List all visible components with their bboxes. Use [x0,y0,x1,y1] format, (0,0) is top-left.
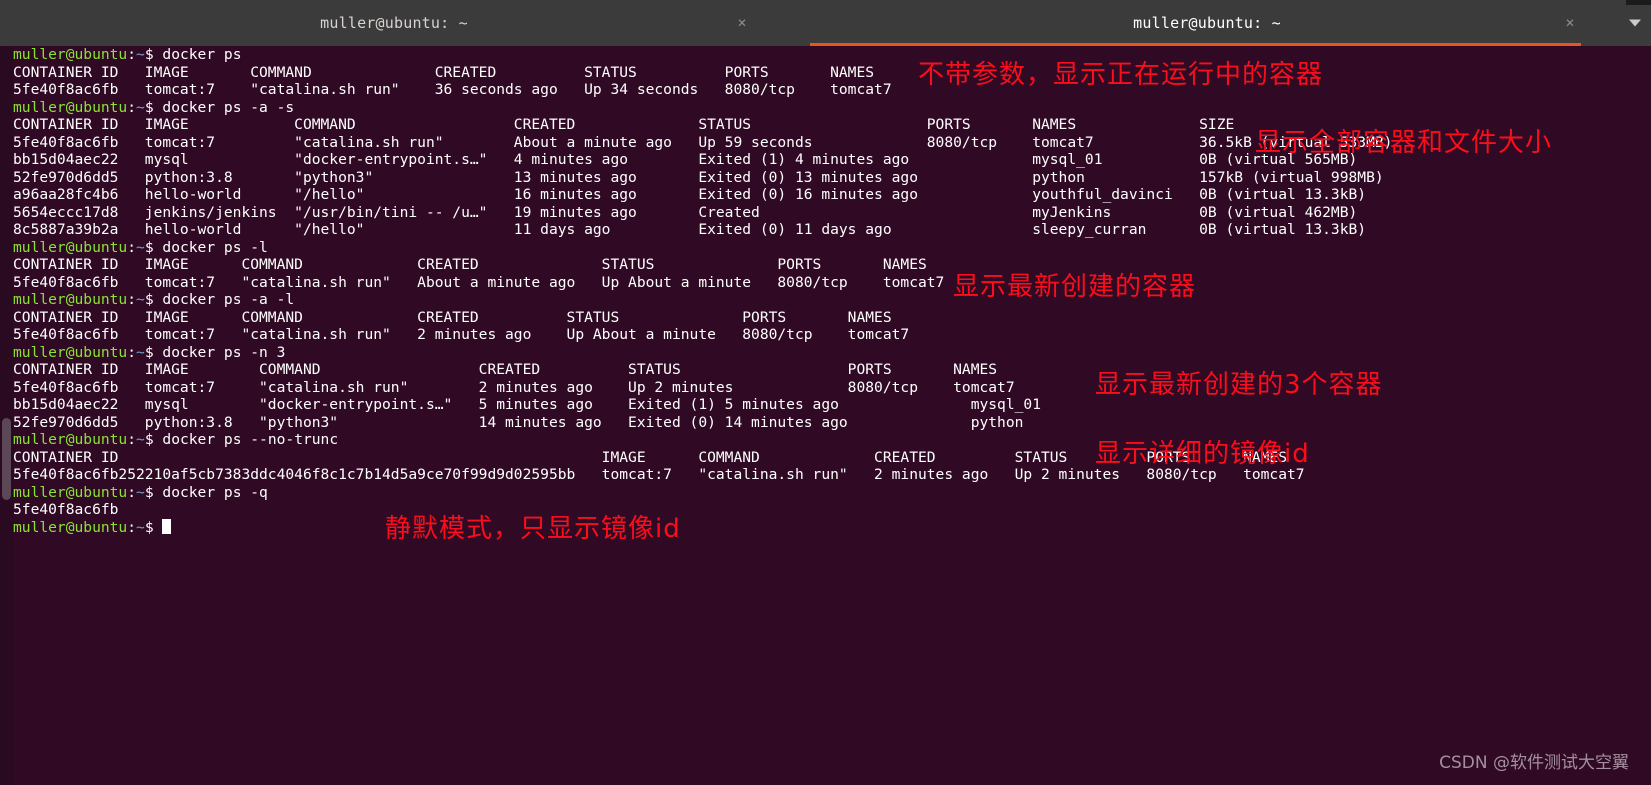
terminal-command: docker ps --no-trunc [162,431,339,448]
terminal-prompt-line: muller@ubuntu:~$ docker ps -a -s [13,99,1651,117]
annotation-text: 静默模式，只显示镜像id [385,514,681,544]
terminal-output-line: CONTAINER ID IMAGE COMMAND CREATED STATU… [13,63,875,81]
terminal-command: docker ps -n 3 [162,343,286,361]
terminal-window: muller@ubuntu: ~ × muller@ubuntu: ~ × mu… [0,0,1651,785]
terminal-output-line: CONTAINER ID IMAGE COMMAND CREATED STATU… [13,448,1287,466]
prompt-user-host: muller@ubuntu [13,343,128,361]
terminal-output-line: CONTAINER ID IMAGE COMMAND CREATED STATU… [13,361,998,378]
terminal-command: docker ps -a -s [162,98,295,116]
prompt-separator: : [127,431,137,448]
text-cursor [162,518,172,534]
titlebar: muller@ubuntu: ~ × muller@ubuntu: ~ × [0,0,1651,46]
prompt-symbol: $ [144,431,163,448]
terminal-output-line: 5fe40f8ac6fb tomcat:7 "catalina.sh run" … [13,81,892,98]
console-lines: muller@ubuntu:~$ docker ps CONTAINER ID I… [13,46,1651,536]
prompt-symbol: $ [144,518,163,536]
terminal-output-line: bb15d04aec22 mysql "docker-entrypoint.s…… [13,396,1041,413]
terminal-tab-1[interactable]: muller@ubuntu: ~ × [0,0,788,46]
prompt-path: ~ [136,518,145,536]
prompt-symbol: $ [144,46,163,63]
chevron-down-icon[interactable] [1629,19,1641,27]
prompt-user-host: muller@ubuntu [13,46,128,63]
prompt-symbol: $ [144,238,163,256]
prompt-symbol: $ [144,483,163,501]
terminal-command: docker ps -l [162,238,268,256]
prompt-separator: : [127,343,137,361]
annotation-text: 显示最新创建的3个容器 [1095,370,1383,400]
annotation-text: 不带参数，显示正在运行中的容器 [918,60,1324,90]
terminal-prompt-line: muller@ubuntu:~$ docker ps -q [13,484,1651,502]
terminal-prompt-line: muller@ubuntu:~$ [13,518,1651,537]
terminal-output-line: 52fe970d6dd5 python:3.8 "python3" 14 min… [13,413,1024,431]
prompt-user-host: muller@ubuntu [13,431,128,448]
terminal-output-line: 5654eccc17d8 jenkins/jenkins "/usr/bin/t… [13,203,1358,221]
terminal-tab-2[interactable]: muller@ubuntu: ~ × [788,0,1626,46]
terminal-output-line: 5fe40f8ac6fb252210af5cb7383ddc4046f8c1c7… [13,466,1305,483]
prompt-path: ~ [136,343,145,361]
tab-title: muller@ubuntu: ~ [320,14,468,32]
prompt-user-host: muller@ubuntu [13,483,128,501]
prompt-path: ~ [136,46,145,63]
annotation-text: 显示详细的镜像id [1095,439,1310,469]
terminal-command: docker ps -a -l [162,291,295,308]
scrollbar[interactable] [0,46,13,785]
terminal-prompt-line: muller@ubuntu:~$ docker ps -a -l [13,291,1651,309]
prompt-separator: : [127,46,137,63]
terminal-prompt-line: muller@ubuntu:~$ docker ps -n 3 [13,344,1651,362]
annotation-text: 显示全部容器和文件大小 [1255,128,1553,158]
prompt-symbol: $ [144,343,163,361]
prompt-separator: : [127,238,137,256]
close-icon[interactable]: × [1562,15,1578,31]
prompt-user-host: muller@ubuntu [13,98,128,116]
terminal-output-line: 5fe40f8ac6fb tomcat:7 "catalina.sh run" … [13,273,945,291]
terminal-command: docker ps [162,46,242,63]
prompt-separator: : [127,483,137,501]
scrollbar-thumb[interactable] [2,418,11,500]
terminal-output-line: CONTAINER ID IMAGE COMMAND CREATED STATU… [13,308,892,326]
prompt-path: ~ [136,483,145,501]
prompt-separator: : [127,98,137,116]
prompt-user-host: muller@ubuntu [13,518,128,536]
terminal-prompt-line: muller@ubuntu:~$ docker ps -l [13,239,1651,257]
terminal-command: docker ps -q [162,483,268,501]
terminal-output-line: a96aa28fc4b6 hello-world "/hello" 16 min… [13,186,1367,203]
terminal-prompt-line: muller@ubuntu:~$ docker ps --no-trunc [13,431,1651,449]
prompt-separator: : [127,291,137,308]
prompt-path: ~ [136,98,145,116]
prompt-path: ~ [136,238,145,256]
close-icon[interactable]: × [734,15,750,31]
terminal-output-line: 5fe40f8ac6fb tomcat:7 "catalina.sh run" … [13,326,910,343]
terminal-prompt-line: muller@ubuntu:~$ docker ps [13,46,1651,64]
prompt-symbol: $ [144,291,163,308]
prompt-path: ~ [136,431,145,448]
prompt-separator: : [127,518,137,536]
terminal-output-line: CONTAINER ID IMAGE COMMAND CREATED STATU… [13,256,927,273]
terminal-output-line: 8c5887a39b2a hello-world "/hello" 11 day… [13,221,1367,238]
tab-title: muller@ubuntu: ~ [1133,14,1281,32]
prompt-user-host: muller@ubuntu [13,238,128,256]
watermark: CSDN @软件测试大空翼 [1439,753,1629,773]
prompt-user-host: muller@ubuntu [13,291,128,308]
terminal-output-line: 52fe970d6dd5 python:3.8 "python3" 13 min… [13,168,1384,186]
prompt-path: ~ [136,291,145,308]
terminal-output-line: 5fe40f8ac6fb [13,501,119,518]
prompt-symbol: $ [144,98,163,116]
annotation-text: 显示最新创建的容器 [953,272,1197,302]
terminal-output-line: 5fe40f8ac6fb tomcat:7 "catalina.sh run" … [13,378,1015,396]
